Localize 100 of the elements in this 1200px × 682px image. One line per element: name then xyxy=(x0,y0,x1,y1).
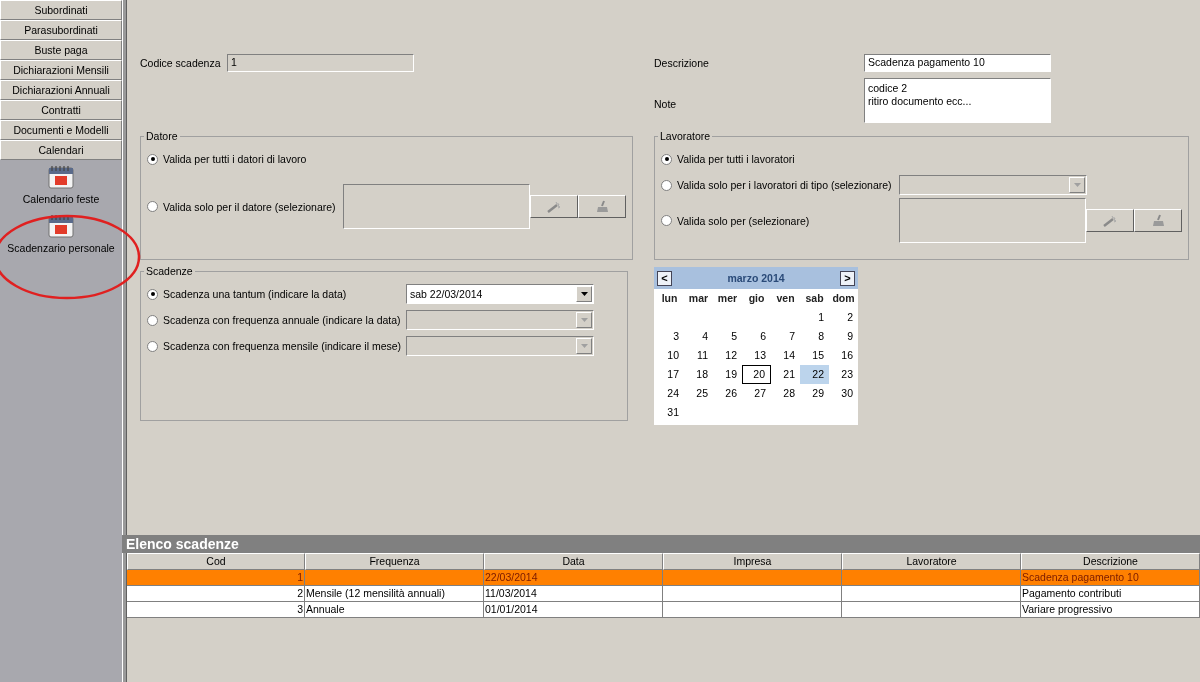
notes-field[interactable]: codice 2 ritiro documento ecc... xyxy=(864,78,1051,123)
calendar-day[interactable]: 9 xyxy=(829,327,858,346)
select-button[interactable] xyxy=(1086,209,1134,232)
select-button[interactable] xyxy=(530,195,578,218)
field-label: Codice scadenza xyxy=(140,57,222,69)
calendar-day[interactable]: 7 xyxy=(771,327,800,346)
table-cell: 22/03/2014 xyxy=(484,570,663,586)
column-header[interactable]: Cod xyxy=(127,553,305,570)
table-cell: 01/01/2014 xyxy=(484,602,663,618)
calendar-day[interactable]: 15 xyxy=(800,346,829,365)
radio-option[interactable]: Valida per tutti i lavoratori xyxy=(661,153,899,165)
weekday-label: sab xyxy=(804,291,825,306)
calendar-day[interactable]: 21 xyxy=(771,365,800,384)
sidebar-item[interactable]: Scadenzario personale xyxy=(7,242,115,254)
calendar-day[interactable]: 23 xyxy=(829,365,858,384)
sidebar-item[interactable]: Calendario feste xyxy=(22,193,100,205)
calendar-day[interactable]: 24 xyxy=(655,384,684,403)
menu-button[interactable]: Subordinati xyxy=(0,0,122,20)
dropdown-button[interactable] xyxy=(576,286,592,302)
calendar-day[interactable]: 22 xyxy=(800,365,829,384)
menu-button[interactable]: Dichiarazioni Annuali xyxy=(0,80,122,100)
selection-list[interactable] xyxy=(899,198,1086,243)
calendar-day[interactable]: 8 xyxy=(800,327,829,346)
table-row[interactable]: 1 22/03/2014 Scadenza pagamento 10 xyxy=(127,570,1200,586)
calendar-day[interactable]: 19 xyxy=(713,365,742,384)
radio-button[interactable] xyxy=(661,215,672,226)
table-cell: Pagamento contributi xyxy=(1021,586,1200,602)
code-field[interactable]: 1 xyxy=(227,54,414,72)
calendar-icon xyxy=(48,214,74,238)
weekday-label: gio xyxy=(747,291,766,306)
calendar-day[interactable]: 11 xyxy=(684,346,713,365)
table-row[interactable]: 2 Mensile (12 mensilità annuali) 11/03/2014 Pagamento contributi xyxy=(127,586,1200,602)
table-cell: 3 xyxy=(127,602,305,618)
calendar-day[interactable]: 6 xyxy=(742,327,771,346)
table-cell: Scadenza pagamento 10 xyxy=(1021,570,1200,586)
selection-list[interactable] xyxy=(343,184,530,229)
wand-icon xyxy=(546,200,562,213)
radio-option[interactable]: Valida per tutti i datori di lavoro xyxy=(147,153,343,165)
menu-button[interactable]: Calendari xyxy=(0,140,122,160)
column-header[interactable]: Lavoratore xyxy=(842,553,1021,570)
calendar-day[interactable]: 26 xyxy=(713,384,742,403)
calendar-day[interactable]: 30 xyxy=(829,384,858,403)
radio-option[interactable]: Valida solo per il datore (selezionare) xyxy=(147,200,343,213)
menu-button[interactable]: Dichiarazioni Mensili xyxy=(0,60,122,80)
menu-button[interactable]: Contratti xyxy=(0,100,122,120)
clear-button[interactable] xyxy=(578,195,626,218)
weekday-label: ven xyxy=(775,291,796,306)
calendar-day[interactable]: 18 xyxy=(684,365,713,384)
radio-option[interactable]: Valida solo per (selezionare) xyxy=(661,214,899,227)
group-title: Scadenze xyxy=(145,265,194,277)
calendar-day[interactable]: 12 xyxy=(713,346,742,365)
calendar-day[interactable]: 10 xyxy=(655,346,684,365)
month-title: marzo 2014 xyxy=(727,272,785,284)
menu-button[interactable]: Parasubordinati xyxy=(0,20,122,40)
calendar-day[interactable]: 5 xyxy=(713,327,742,346)
calendar-day[interactable]: 2 xyxy=(829,308,858,327)
radio-option[interactable]: Scadenza una tantum (indicare la data) xyxy=(147,288,406,300)
group-title: Datore xyxy=(145,130,179,142)
table-cell: Variare progressivo xyxy=(1021,602,1200,618)
menu-button[interactable]: Documenti e Modelli xyxy=(0,120,122,140)
column-header[interactable]: Descrizione xyxy=(1021,553,1200,570)
radio-button[interactable] xyxy=(147,288,158,300)
dropdown-arrow-icon xyxy=(580,344,588,348)
radio-button[interactable] xyxy=(661,153,672,165)
weekday-label: lun xyxy=(660,291,679,306)
radio-button[interactable] xyxy=(147,153,158,165)
calendar-day[interactable]: 1 xyxy=(800,308,829,327)
calendar-day[interactable]: 13 xyxy=(742,346,771,365)
brush-icon xyxy=(1151,214,1165,227)
calendar-day[interactable]: 28 xyxy=(771,384,800,403)
weekday-label: mer xyxy=(716,291,739,306)
column-header[interactable]: Impresa xyxy=(663,553,842,570)
calendar-day[interactable]: 14 xyxy=(771,346,800,365)
calendar-day[interactable]: 3 xyxy=(655,327,684,346)
calendar-day[interactable]: 4 xyxy=(684,327,713,346)
clear-button[interactable] xyxy=(1134,209,1182,232)
calendar-day[interactable]: 25 xyxy=(684,384,713,403)
calendar-icon xyxy=(48,165,74,189)
calendar-day[interactable]: 20 xyxy=(742,365,771,384)
date-dropdown[interactable]: sab 22/03/2014 xyxy=(406,284,594,304)
calendar-day[interactable]: 17 xyxy=(655,365,684,384)
brush-icon xyxy=(595,200,609,213)
table-cell: Mensile (12 mensilità annuali) xyxy=(305,586,484,602)
menu-button[interactable]: Buste paga xyxy=(0,40,122,60)
description-field[interactable]: Scadenza pagamento 10 xyxy=(864,54,1051,72)
table-row[interactable]: 3 Annuale 01/01/2014 Variare progressivo xyxy=(127,602,1200,618)
field-label: Note xyxy=(654,97,678,110)
calendar-day[interactable]: 27 xyxy=(742,384,771,403)
radio-button[interactable] xyxy=(147,201,158,212)
calendar-day[interactable]: 16 xyxy=(829,346,858,365)
calendar-day[interactable]: 29 xyxy=(800,384,829,403)
calendar-day[interactable]: 31 xyxy=(655,403,684,422)
table-cell: Annuale xyxy=(305,602,484,618)
column-header[interactable]: Data xyxy=(484,553,663,570)
field-label: Descrizione xyxy=(654,57,710,69)
table-title: Elenco scadenze xyxy=(122,535,1200,553)
wand-icon xyxy=(1102,214,1118,227)
next-month-button[interactable]: > xyxy=(840,270,855,286)
previous-month-button[interactable]: < xyxy=(657,270,672,286)
column-header[interactable]: Frequenza xyxy=(305,553,484,570)
